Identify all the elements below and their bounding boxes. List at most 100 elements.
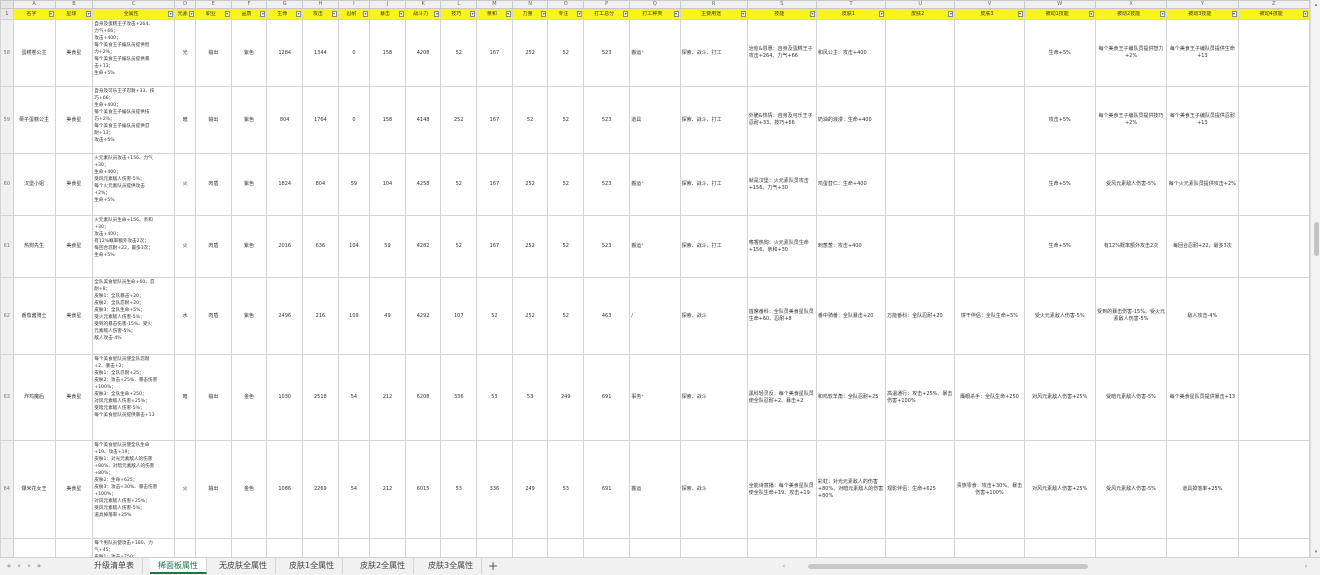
horizontal-scroll-thumb[interactable] bbox=[808, 564, 1088, 569]
cell-hp[interactable]: 804 bbox=[266, 86, 304, 154]
cell-work-type[interactable]: 搬运⁺ bbox=[629, 215, 681, 278]
cell-skill[interactable] bbox=[746, 538, 817, 557]
column-letter-x[interactable]: X bbox=[1094, 0, 1168, 9]
header-cell-work-score[interactable]: 打工总分 ▾ bbox=[583, 8, 631, 20]
cell-power[interactable]: 4148 bbox=[404, 86, 442, 154]
next-sheet-icon[interactable]: › bbox=[24, 561, 34, 572]
cell-skill[interactable]: 外脆&热情：自身及可乐王子忍耐+33、技巧+66 bbox=[746, 86, 817, 154]
cell-passive1[interactable]: 对风元素敌人伤害+25% bbox=[1023, 440, 1096, 539]
cell-passive4[interactable] bbox=[1237, 277, 1310, 355]
cell-attack[interactable]: 216 bbox=[302, 277, 339, 355]
cell-attack[interactable]: 2269 bbox=[302, 440, 339, 539]
cell-name[interactable]: 爆米花女王 bbox=[12, 440, 56, 539]
cell-crit[interactable]: 158 bbox=[369, 86, 406, 154]
cell-work-score[interactable]: 691 bbox=[583, 440, 631, 539]
scroll-right-icon[interactable]: › bbox=[1302, 561, 1310, 572]
cell-role[interactable]: 肉盾 bbox=[195, 153, 232, 216]
header-cell-name[interactable]: 名字 ▾ bbox=[12, 8, 56, 20]
cell-full-attributes[interactable]: 每个男队员使攻击+180、力 气+45； 皮肤1：攻击+750； bbox=[92, 538, 176, 557]
filter-dropdown-icon[interactable]: ▾ bbox=[577, 11, 583, 17]
cell-focus[interactable]: 52 bbox=[547, 86, 585, 154]
cell-skin2[interactable] bbox=[885, 538, 956, 557]
header-cell-affinity[interactable]: 亲和 ▾ bbox=[476, 8, 513, 20]
cell-affinity[interactable]: 167 bbox=[476, 19, 513, 87]
cell-strength[interactable]: 249 bbox=[511, 440, 549, 539]
cell-element[interactable]: 暗 bbox=[174, 354, 197, 441]
cell-affinity[interactable]: 167 bbox=[476, 215, 513, 278]
cell-passive1[interactable]: 攻击+5% bbox=[1023, 86, 1096, 154]
column-letter-q[interactable]: Q bbox=[629, 0, 681, 9]
cell-passive2[interactable]: 有12%概率额外攻击2次 bbox=[1094, 215, 1168, 278]
cell-passive1[interactable]: 生命+5% bbox=[1023, 215, 1096, 278]
cell-skin1[interactable] bbox=[815, 538, 887, 557]
cell-passive3[interactable] bbox=[1166, 538, 1239, 557]
filter-dropdown-icon[interactable]: ▾ bbox=[363, 11, 369, 17]
cell-focus[interactable]: 52 bbox=[547, 215, 585, 278]
header-cell-strength[interactable]: 力量 ▾ bbox=[511, 8, 549, 20]
filter-dropdown-icon[interactable]: ▾ bbox=[1017, 11, 1023, 17]
header-cell-skin1[interactable]: 皮肤1 ▾ bbox=[815, 8, 887, 20]
cell-passive1[interactable]: 受火元素敌人伤害-5% bbox=[1023, 277, 1096, 355]
cell-strength[interactable]: 252 bbox=[511, 19, 549, 87]
row-number[interactable]: 58 bbox=[0, 19, 14, 87]
cell-passive3[interactable]: 每个美食王子编队员提供生命+13 bbox=[1166, 19, 1239, 87]
cell-strength[interactable] bbox=[511, 538, 549, 557]
sheet-tab-5[interactable]: 皮肤2全属性 bbox=[352, 558, 415, 574]
column-letter-w[interactable]: W bbox=[1023, 0, 1096, 9]
cell-work-type[interactable]: 事务⁺ bbox=[629, 354, 681, 441]
cell-endurance[interactable]: 59 bbox=[337, 153, 371, 216]
cell-strength[interactable]: 53 bbox=[511, 354, 549, 441]
cell-full-attributes[interactable]: 全队美食星队员生命+60、忍 耐+8； 皮肤1：全队暴击+20； 皮肤2：全队忍耐+2… bbox=[92, 277, 176, 355]
header-cell-skill[interactable]: 技能 ▾ bbox=[746, 8, 817, 20]
cell-name[interactable] bbox=[12, 538, 56, 557]
cell-planet[interactable] bbox=[54, 538, 94, 557]
cell-main-use[interactable]: 探索、战斗、打工 bbox=[679, 153, 748, 216]
cell-full-attributes[interactable]: 火元素队员生命+156、亲和 +30； 攻击+400； 有12%概率额外攻击2次； 每回… bbox=[92, 215, 176, 278]
cell-passive2[interactable]: 受风元素敌人伤害-5% bbox=[1094, 440, 1168, 539]
cell-attack[interactable]: 804 bbox=[302, 153, 339, 216]
cell-role[interactable]: 输出 bbox=[195, 440, 232, 539]
column-letter-a[interactable]: A bbox=[12, 0, 56, 9]
cell-strength[interactable]: 252 bbox=[511, 153, 549, 216]
cell-power[interactable]: 6015 bbox=[404, 440, 442, 539]
filter-dropdown-icon[interactable]: ▾ bbox=[168, 11, 174, 17]
cell-skin2[interactable]: 高温通行：攻击+25%、暴击伤害+100% bbox=[885, 354, 956, 441]
cell-attack[interactable]: 636 bbox=[302, 215, 339, 278]
cell-main-use[interactable]: 探索、战斗、打工 bbox=[679, 19, 748, 87]
cell-skin3[interactable]: 饼干伴侣：全队生命+5% bbox=[954, 277, 1025, 355]
cell-work-type[interactable]: / bbox=[629, 277, 681, 355]
cell-skill[interactable]: 52 bbox=[440, 19, 478, 87]
cell-hp[interactable]: 1086 bbox=[266, 440, 304, 539]
header-cell-work-type[interactable]: 打工种类 ▾ bbox=[629, 8, 681, 20]
cell-skill[interactable]: 52 bbox=[440, 215, 478, 278]
cell-skill[interactable]: 107 bbox=[440, 277, 478, 355]
cell-attack[interactable]: 2518 bbox=[302, 354, 339, 441]
cell-focus[interactable]: 249 bbox=[547, 354, 585, 441]
cell-skin2[interactable]: 观影伴侣：生命+625 bbox=[885, 440, 956, 539]
cell-hp[interactable]: 2016 bbox=[266, 215, 304, 278]
cell-skin1[interactable]: 和风公主：攻击+400 bbox=[815, 19, 887, 87]
cell-skill[interactable] bbox=[440, 538, 478, 557]
cell-crit[interactable]: 104 bbox=[369, 153, 406, 216]
cell-skill[interactable]: 黑科轻灵反：每个美食星队员使全队忍耐+2、暴击+2 bbox=[746, 354, 817, 441]
cell-rarity[interactable]: 紫色 bbox=[230, 215, 268, 278]
horizontal-scroll-track[interactable] bbox=[790, 564, 1300, 569]
cell-full-attributes[interactable]: 自身及可乐王子忍耐+33、技 巧+66； 生命+400； 每个美食王子编队员提供技 巧+… bbox=[92, 86, 176, 154]
cell-endurance[interactable]: 109 bbox=[337, 277, 371, 355]
column-letter-c[interactable]: C bbox=[92, 0, 176, 9]
cell-passive4[interactable] bbox=[1237, 440, 1310, 539]
filter-dropdown-icon[interactable]: ▾ bbox=[48, 11, 54, 17]
filter-dropdown-icon[interactable]: ▾ bbox=[331, 11, 337, 17]
cell-skin3[interactable] bbox=[954, 19, 1025, 87]
cell-rarity[interactable]: 紫色 bbox=[230, 277, 268, 355]
cell-planet[interactable]: 美食星 bbox=[54, 354, 94, 441]
first-sheet-icon[interactable]: « bbox=[4, 561, 14, 572]
scroll-down-icon[interactable]: ▾ bbox=[1313, 549, 1319, 555]
column-letter-h[interactable]: H bbox=[302, 0, 339, 9]
filter-dropdown-icon[interactable]: ▾ bbox=[673, 11, 679, 17]
cell-passive3[interactable]: 敌人攻击-4% bbox=[1166, 277, 1239, 355]
cell-main-use[interactable]: 探索、战斗 bbox=[679, 277, 748, 355]
cell-element[interactable]: 火 bbox=[174, 215, 197, 278]
column-letter-g[interactable]: G bbox=[266, 0, 304, 9]
column-letter-d[interactable]: D bbox=[174, 0, 197, 9]
